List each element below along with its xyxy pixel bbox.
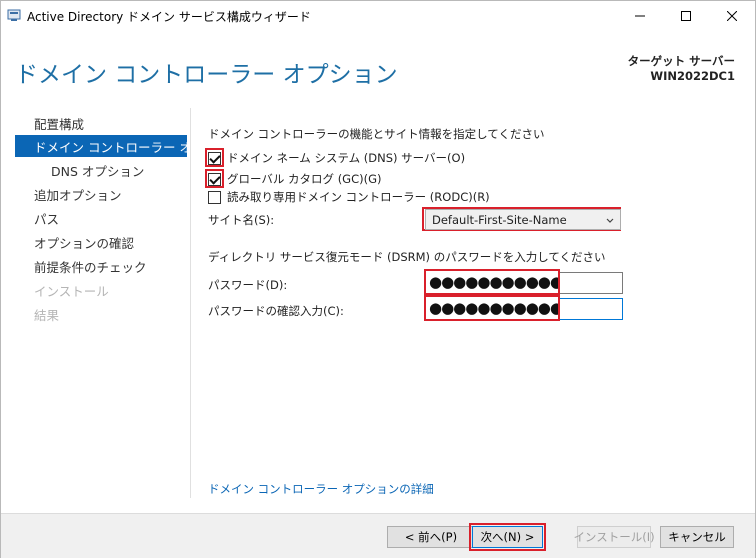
confirm-password-label: パスワードの確認入力(C):	[208, 304, 344, 318]
dns-server-label: ドメイン ネーム システム (DNS) サーバー(O)	[227, 151, 466, 165]
cancel-button[interactable]: キャンセル	[660, 526, 734, 548]
maximize-button[interactable]	[663, 1, 709, 30]
title-bar: Active Directory ドメイン サービス構成ウィザード	[1, 1, 755, 31]
global-catalog-label: グローバル カタログ (GC)(G)	[227, 172, 382, 186]
nav-item-paths[interactable]: パス	[15, 207, 187, 229]
minimize-button[interactable]	[617, 1, 663, 30]
password-mask-highlight: ●●●●●●●●●●●	[424, 269, 560, 295]
nav-item-review-options[interactable]: オプションの確認	[15, 231, 187, 253]
close-icon	[727, 10, 737, 21]
next-button[interactable]: 次へ(N) >	[472, 526, 543, 548]
install-button: インストール(I)	[573, 526, 655, 548]
back-button[interactable]: < 前へ(P)	[387, 526, 475, 548]
page-title: ドメイン コントローラー オプション	[15, 62, 398, 88]
nav-item-additional-options[interactable]: 追加オプション	[15, 183, 187, 205]
wizard-steps-nav: 配置構成 ドメイン コントローラー オプシ... DNS オプション 追加オプシ…	[1, 108, 191, 513]
site-name-select[interactable]: Default-First-Site-Name	[425, 209, 621, 230]
minimize-icon	[635, 15, 645, 16]
rodc-checkbox[interactable]	[208, 190, 221, 204]
global-catalog-checkbox[interactable]	[208, 172, 221, 186]
main-content: ドメイン コントローラーの機能とサイト情報を指定してください ドメイン ネーム …	[191, 108, 755, 513]
password-label: パスワード(D):	[208, 278, 288, 292]
maximize-icon	[681, 10, 691, 21]
target-server-label: ターゲット サーバー	[627, 54, 735, 68]
rodc-label: 読み取り専用ドメイン コントローラー (RODC)(R)	[227, 190, 490, 204]
nav-item-dc-options[interactable]: ドメイン コントローラー オプシ...	[15, 135, 187, 157]
rodc-option[interactable]: 読み取り専用ドメイン コントローラー (RODC)(R)	[208, 188, 490, 206]
wizard-header: ドメイン コントローラー オプション ターゲット サーバー WIN2022DC1	[1, 31, 755, 108]
dns-server-option[interactable]: ドメイン ネーム システム (DNS) サーバー(O)	[208, 149, 465, 167]
nav-item-deployment-config[interactable]: 配置構成	[15, 112, 187, 134]
chevron-down-icon	[606, 214, 614, 228]
server-manager-icon	[7, 8, 21, 22]
global-catalog-option[interactable]: グローバル カタログ (GC)(G)	[208, 170, 382, 188]
confirm-mask-highlight: ●●●●●●●●●●●	[424, 295, 560, 321]
nav-item-results: 結果	[34, 307, 60, 323]
dns-server-checkbox[interactable]	[208, 151, 221, 165]
capabilities-heading: ドメイン コントローラーの機能とサイト情報を指定してください	[208, 127, 545, 141]
site-name-label: サイト名(S):	[208, 213, 275, 227]
nav-item-installation: インストール	[34, 283, 109, 299]
dsrm-heading: ディレクトリ サービス復元モード (DSRM) のパスワードを入力してください	[208, 250, 606, 264]
close-button[interactable]	[709, 1, 755, 30]
wizard-window: Active Directory ドメイン サービス構成ウィザード ドメイン コ…	[0, 0, 756, 558]
wizard-footer: < 前へ(P) 次へ(N) > インストール(I) キャンセル	[1, 513, 755, 558]
dc-options-details-link[interactable]: ドメイン コントローラー オプションの詳細	[208, 481, 434, 497]
site-name-value: Default-First-Site-Name	[432, 212, 567, 227]
nav-item-dns-options[interactable]: DNS オプション	[15, 159, 187, 181]
target-server-value: WIN2022DC1	[650, 69, 735, 83]
nav-item-prerequisites[interactable]: 前提条件のチェック	[15, 255, 187, 277]
window-title: Active Directory ドメイン サービス構成ウィザード	[27, 10, 311, 24]
